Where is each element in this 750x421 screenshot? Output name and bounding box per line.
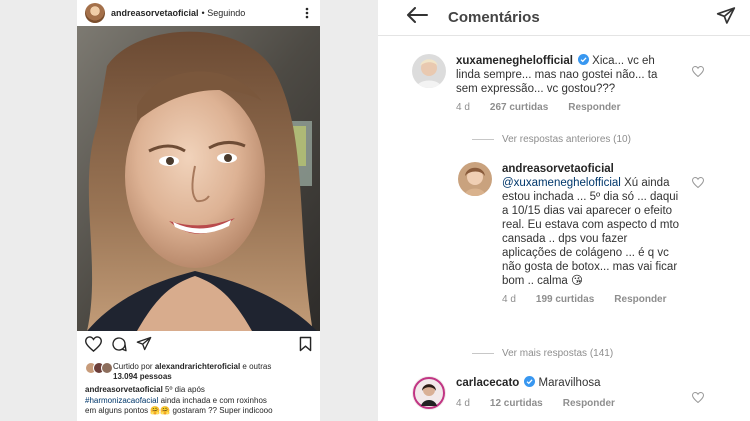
arrow-left-icon[interactable]	[406, 7, 428, 28]
follow-status[interactable]: • Seguindo	[202, 8, 246, 18]
instagram-post: andreasorvetaoficial • Seguindo Curtido …	[77, 0, 320, 421]
post-caption: andreasorvetaoficial 5º dia após #harmon…	[85, 385, 273, 415]
liked-by: Curtido por alexandrarichteroficial e ou…	[85, 362, 317, 382]
comment-age: 4 d	[456, 102, 470, 113]
reply-button[interactable]: Responder	[563, 398, 615, 409]
comment-meta: 4 d 267 curtidas Responder	[456, 102, 661, 113]
comment-text: carlacecato Maravilhosa	[456, 376, 601, 389]
comment-likes[interactable]: 267 curtidas	[490, 102, 548, 113]
post-photo[interactable]	[77, 26, 320, 331]
post-actions	[77, 334, 320, 358]
comment-item: carlacecato Maravilhosa 4 d 12 curtidas …	[412, 376, 661, 410]
comment-username[interactable]: carlacecato	[456, 377, 519, 389]
post-author-username[interactable]: andreasorvetaoficial	[111, 8, 199, 18]
comment-meta: 4 d 12 curtidas Responder	[456, 398, 661, 409]
comment-likes[interactable]: 199 curtidas	[536, 294, 594, 305]
liked-by-avatars	[85, 362, 113, 374]
like-comment-heart-icon[interactable]	[691, 64, 705, 78]
reply-item: andreasorvetaoficial @xuxamenegheloffici…	[458, 162, 682, 305]
liked-by-count: 13.094 pessoas	[113, 372, 172, 381]
comment-item: xuxameneghelofficial Xica... vc eh linda…	[412, 54, 661, 113]
more-vertical-icon[interactable]	[300, 6, 314, 20]
post-header: andreasorvetaoficial • Seguindo	[77, 0, 320, 26]
share-icon[interactable]	[136, 336, 152, 356]
comments-header: Comentários	[378, 0, 750, 36]
comment-mention[interactable]: @xuxameneghelofficial	[502, 177, 621, 189]
caption-username[interactable]: andreasorvetaoficial	[85, 385, 163, 394]
liked-by-text[interactable]: Curtido por alexandrarichteroficial e ou…	[113, 362, 271, 382]
verified-badge-icon	[524, 376, 536, 387]
heart-icon[interactable]	[84, 335, 103, 357]
avatar[interactable]	[412, 376, 446, 410]
bookmark-icon[interactable]	[299, 336, 312, 357]
comment-meta: 4 d 199 curtidas Responder	[502, 294, 682, 305]
comment-age: 4 d	[456, 398, 470, 409]
avatar[interactable]	[458, 162, 492, 196]
caption-hashtag[interactable]: #harmonizacaofacial	[85, 396, 158, 405]
view-more-replies[interactable]: Ver mais respostas (141)	[472, 348, 613, 359]
send-icon[interactable]	[716, 6, 736, 30]
verified-badge-icon	[577, 54, 589, 65]
view-previous-replies[interactable]: Ver respostas anteriores (10)	[472, 134, 631, 145]
avatar[interactable]	[412, 54, 446, 88]
comment-text: andreasorvetaoficial @xuxamenegheloffici…	[502, 163, 680, 287]
comment-likes[interactable]: 12 curtidas	[490, 398, 543, 409]
like-comment-heart-icon[interactable]	[691, 390, 705, 404]
comment-age: 4 d	[502, 294, 516, 305]
post-author-avatar[interactable]	[85, 3, 105, 23]
comment-username[interactable]: xuxameneghelofficial	[456, 55, 573, 67]
comment-username[interactable]: andreasorvetaoficial	[502, 163, 614, 175]
liked-by-user: alexandrarichteroficial	[154, 362, 241, 371]
like-comment-heart-icon[interactable]	[691, 175, 705, 189]
reply-button[interactable]: Responder	[614, 294, 666, 305]
comment-icon[interactable]	[111, 336, 127, 357]
reply-button[interactable]: Responder	[568, 102, 620, 113]
comments-title: Comentários	[448, 9, 540, 26]
comment-text: xuxameneghelofficial Xica... vc eh linda…	[456, 54, 658, 95]
comments-panel: Comentários xuxameneghelofficial Xica...…	[378, 0, 750, 421]
